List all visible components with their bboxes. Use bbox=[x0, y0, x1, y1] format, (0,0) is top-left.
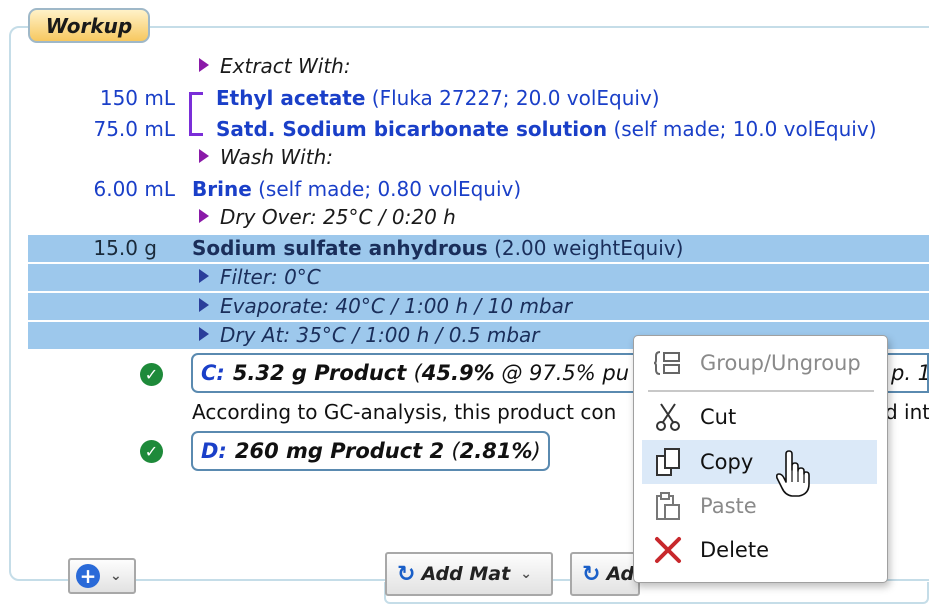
step-row-dry-over[interactable]: Dry Over: 25°C / 0:20 h bbox=[28, 204, 929, 231]
product-yield: 45.9% bbox=[421, 361, 495, 385]
product-yield-open: ( bbox=[451, 439, 460, 463]
expand-triangle-icon[interactable] bbox=[199, 58, 209, 72]
step-row-wash[interactable]: Wash With: bbox=[28, 144, 929, 171]
workup-tab[interactable]: Workup bbox=[28, 8, 150, 43]
menu-item-delete[interactable]: Delete bbox=[642, 528, 877, 572]
material-quantity: 15.0 g bbox=[93, 236, 157, 260]
expand-triangle-icon[interactable] bbox=[199, 209, 209, 223]
material-entry: Sodium sulfate anhydrous (2.00 weightEqu… bbox=[192, 236, 683, 260]
product-purity: @ 97.5% pu bbox=[494, 361, 630, 385]
product-yield: 2.81% bbox=[459, 439, 533, 463]
product-card-d[interactable]: D: 260 mg Product 2 (2.81%) bbox=[191, 431, 550, 471]
expand-triangle-icon[interactable] bbox=[199, 298, 209, 312]
product-note-overflow: d int bbox=[885, 400, 929, 424]
chevron-down-icon: ⌄ bbox=[110, 568, 122, 584]
material-entry: Ethyl acetate (Fluka 27227; 20.0 volEqui… bbox=[216, 86, 660, 110]
product-yield-close: ) bbox=[532, 439, 541, 463]
step-label: Dry Over: 25°C / 0:20 h bbox=[220, 205, 456, 229]
material-row-sodium-sulfate[interactable]: 15.0 g Sodium sulfate anhydrous (2.00 we… bbox=[28, 235, 929, 262]
check-icon: ✓ bbox=[140, 440, 163, 463]
hand-cursor-icon bbox=[775, 450, 810, 503]
menu-item-label: Copy bbox=[700, 450, 754, 474]
add-dropdown-button[interactable]: + ⌄ bbox=[68, 558, 136, 594]
material-entry: Brine (self made; 0.80 volEquiv) bbox=[192, 177, 521, 201]
check-icon: ✓ bbox=[140, 363, 163, 386]
menu-item-label: Delete bbox=[700, 538, 769, 562]
chevron-down-icon: ⌄ bbox=[520, 566, 532, 582]
menu-item-label: Paste bbox=[700, 494, 757, 518]
product-yield-open: ( bbox=[413, 361, 422, 385]
material-detail: (2.00 weightEquiv) bbox=[494, 236, 684, 260]
step-label: Wash With: bbox=[220, 145, 333, 169]
menu-separator bbox=[648, 390, 874, 392]
expand-triangle-icon[interactable] bbox=[199, 149, 209, 163]
menu-item-copy[interactable]: Copy bbox=[642, 440, 877, 484]
product-name: Product 2 bbox=[330, 439, 445, 463]
material-quantity: 150 mL bbox=[99, 86, 175, 110]
product-name: Product bbox=[314, 361, 407, 385]
product-label: D: bbox=[201, 439, 227, 463]
material-entry: Satd. Sodium bicarbonate solution (self … bbox=[216, 117, 877, 141]
material-detail: (Fluka 27227; 20.0 volEquiv) bbox=[371, 86, 660, 110]
context-menu: Group/Ungroup Cut Copy Paste Delete bbox=[633, 335, 888, 583]
menu-item-cut[interactable]: Cut bbox=[642, 395, 877, 439]
group-icon bbox=[644, 350, 692, 376]
product-overflow-text: p. 1 bbox=[891, 361, 929, 385]
product-amount: 5.32 g bbox=[232, 361, 307, 385]
material-quantity: 75.0 mL bbox=[93, 117, 175, 141]
step-row-filter[interactable]: Filter: 0°C bbox=[28, 264, 929, 291]
material-name: Satd. Sodium bicarbonate solution bbox=[216, 117, 608, 141]
add-step-button[interactable]: ↻ Ad bbox=[570, 552, 640, 596]
material-row-sodium-bicarbonate[interactable]: 75.0 mL Satd. Sodium bicarbonate solutio… bbox=[28, 116, 929, 143]
step-row-extract[interactable]: Extract With: bbox=[28, 53, 929, 80]
product-note: According to GC-analysis, this product c… bbox=[192, 400, 616, 424]
expand-triangle-icon[interactable] bbox=[199, 327, 209, 341]
menu-item-group-ungroup[interactable]: Group/Ungroup bbox=[642, 341, 877, 385]
product-amount: 260 mg bbox=[234, 439, 323, 463]
product-card-c-overflow: p. 1 bbox=[887, 353, 929, 393]
material-detail: (self made; 0.80 volEquiv) bbox=[258, 177, 522, 201]
step-label: Dry At: 35°C / 1:00 h / 0.5 mbar bbox=[220, 323, 540, 347]
refresh-arrow-icon: ↻ bbox=[582, 561, 601, 587]
menu-item-label: Cut bbox=[700, 405, 737, 429]
step-label: Filter: 0°C bbox=[220, 265, 321, 289]
step-row-evaporate[interactable]: Evaporate: 40°C / 1:00 h / 10 mbar bbox=[28, 293, 929, 320]
paste-icon bbox=[644, 491, 692, 521]
menu-item-paste[interactable]: Paste bbox=[642, 484, 877, 528]
material-quantity: 6.00 mL bbox=[93, 177, 175, 201]
material-name: Sodium sulfate anhydrous bbox=[192, 236, 488, 260]
product-label: C: bbox=[201, 361, 225, 385]
product-note-text: According to GC-analysis, this product c… bbox=[192, 400, 617, 424]
step-label: Evaporate: 40°C / 1:00 h / 10 mbar bbox=[220, 294, 573, 318]
expand-triangle-icon[interactable] bbox=[199, 269, 209, 283]
delete-icon bbox=[644, 536, 692, 564]
material-name: Ethyl acetate bbox=[216, 86, 366, 110]
material-name: Brine bbox=[192, 177, 252, 201]
plus-icon: + bbox=[76, 564, 100, 588]
add-mat-button[interactable]: ↻ Add Mat ⌄ bbox=[385, 552, 553, 596]
refresh-arrow-icon: ↻ bbox=[397, 561, 416, 587]
workup-tab-label: Workup bbox=[45, 13, 133, 38]
product-note-tail: d int bbox=[885, 400, 929, 424]
scissors-icon bbox=[644, 402, 692, 432]
add-mat-label: Add Mat bbox=[421, 563, 511, 585]
menu-item-label: Group/Ungroup bbox=[700, 351, 861, 375]
add-step-label: Ad bbox=[606, 563, 635, 585]
copy-icon bbox=[644, 447, 692, 477]
material-row-ethyl-acetate[interactable]: 150 mL Ethyl acetate (Fluka 27227; 20.0 … bbox=[28, 85, 929, 112]
material-detail: (self made; 10.0 volEquiv) bbox=[613, 117, 877, 141]
material-row-brine[interactable]: 6.00 mL Brine (self made; 0.80 volEquiv) bbox=[28, 176, 929, 203]
step-label: Extract With: bbox=[220, 54, 351, 78]
